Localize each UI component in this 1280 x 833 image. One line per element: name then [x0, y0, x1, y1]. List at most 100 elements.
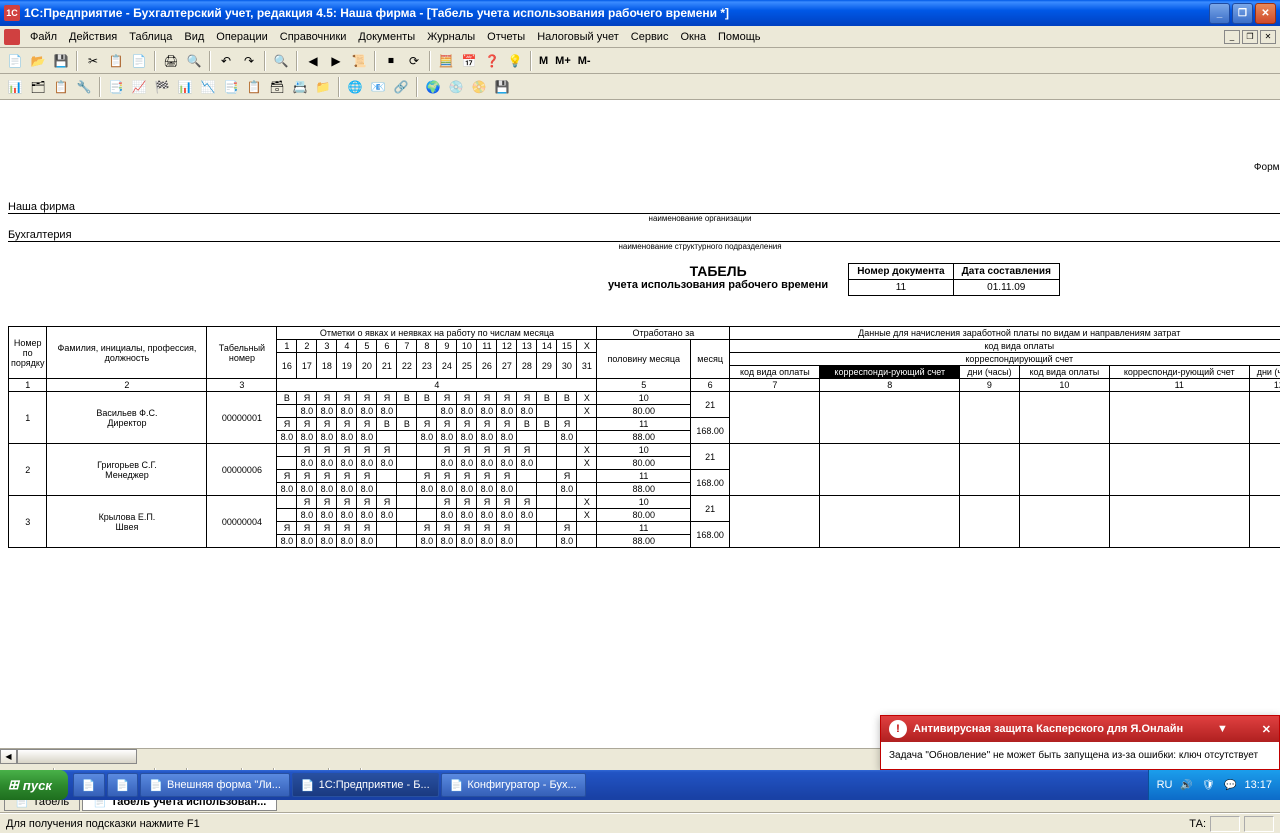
tray-icon-2[interactable]: 🛡	[1200, 777, 1216, 793]
menu-операции[interactable]: Операции	[210, 29, 273, 45]
toolbar-main: 📄 📂 💾 ✂ 📋 📄 🖨 🔍 ↶ ↷ 🔍 ◀ ▶ 📜 ⏹ ⟳ 🧮 📅 ❓ 💡 …	[0, 48, 1280, 74]
mdi-close-button[interactable]: ✕	[1260, 30, 1276, 44]
window-title: 1С:Предприятие - Бухгалтерский учет, ред…	[24, 6, 1209, 20]
scroll-left-icon[interactable]: ◀	[0, 749, 17, 764]
tb2-icon-3[interactable]: 📋	[50, 76, 72, 98]
tb2-icon-15[interactable]: 🌐	[344, 76, 366, 98]
preview-icon[interactable]: 🔍	[183, 50, 205, 72]
tb2-icon-1[interactable]: 📊	[4, 76, 26, 98]
taskbar-task-2[interactable]: 📄Внешняя форма "Ли...	[140, 773, 290, 797]
open-icon[interactable]: 📂	[27, 50, 49, 72]
status-cap	[1210, 816, 1240, 832]
status-ta-label: ТА:	[1189, 818, 1206, 830]
menu-сервис[interactable]: Сервис	[625, 29, 675, 45]
clock[interactable]: 13:17	[1244, 779, 1272, 791]
taskbar-task-3[interactable]: 📄1С:Предприятие - Б...	[292, 773, 439, 797]
doc-subtitle: учета использования рабочего времени	[608, 279, 828, 291]
tray-icon-3[interactable]: 💬	[1222, 777, 1238, 793]
menu-действия[interactable]: Действия	[63, 29, 123, 45]
undo-icon[interactable]: ↶	[215, 50, 237, 72]
taskbar-task-1[interactable]: 📄	[107, 773, 139, 797]
menu-справочники[interactable]: Справочники	[274, 29, 353, 45]
menu-журналы[interactable]: Журналы	[421, 29, 481, 45]
tb2-icon-18[interactable]: 🌍	[422, 76, 444, 98]
calendar-icon[interactable]: 📅	[458, 50, 480, 72]
back-icon[interactable]: ◀	[302, 50, 324, 72]
menu-документы[interactable]: Документы	[352, 29, 421, 45]
menu-вид[interactable]: Вид	[178, 29, 210, 45]
tb2-icon-8[interactable]: 📊	[174, 76, 196, 98]
maximize-button[interactable]: ❐	[1232, 3, 1253, 24]
calc-icon[interactable]: 🧮	[435, 50, 457, 72]
kaspersky-notification: ! Антивирусная защита Касперского для Я.…	[880, 715, 1280, 770]
tb2-icon-9[interactable]: 📉	[197, 76, 219, 98]
alert-icon: !	[889, 720, 907, 738]
memory-mplus[interactable]: M+	[552, 55, 574, 67]
tb2-icon-5[interactable]: 📑	[105, 76, 127, 98]
tb2-icon-13[interactable]: 📇	[289, 76, 311, 98]
save-icon[interactable]: 💾	[50, 50, 72, 72]
taskbar-task-4[interactable]: 📄Конфигуратор - Бух...	[441, 773, 586, 797]
toolbar-secondary: 📊 🗂 📋 🔧 📑 📈 🏁 📊 📉 📑 📋 🗃 📇 📁 🌐 📧 🔗 🌍 💿 📀 …	[0, 74, 1280, 100]
menu-app-icon	[4, 29, 20, 45]
tb2-icon-14[interactable]: 📁	[312, 76, 334, 98]
document-area[interactable]: Унифицирова Утверждена Постановл России …	[0, 100, 1280, 748]
memory-mminus[interactable]: M-	[575, 55, 594, 67]
taskbar-task-0[interactable]: 📄	[73, 773, 105, 797]
paste-icon[interactable]: 📄	[128, 50, 150, 72]
dept-name: Бухгалтерия	[8, 229, 1280, 242]
org-caption: наименование организации	[8, 214, 1280, 223]
tb2-icon-11[interactable]: 📋	[243, 76, 265, 98]
menu-окна[interactable]: Окна	[674, 29, 712, 45]
tb2-icon-4[interactable]: 🔧	[73, 76, 95, 98]
minimize-button[interactable]: _	[1209, 3, 1230, 24]
tb2-icon-12[interactable]: 🗃	[266, 76, 288, 98]
history-icon[interactable]: 📜	[348, 50, 370, 72]
cut-icon[interactable]: ✂	[82, 50, 104, 72]
mdi-restore-button[interactable]: ❐	[1242, 30, 1258, 44]
menubar: ФайлДействияТаблицаВидОперацииСправочник…	[0, 26, 1280, 48]
kaspersky-dropdown-icon[interactable]: ▼	[1217, 723, 1228, 735]
tb2-icon-10[interactable]: 📑	[220, 76, 242, 98]
menu-помощь[interactable]: Помощь	[712, 29, 767, 45]
scroll-thumb[interactable]	[17, 749, 137, 764]
tray-icon-1[interactable]: 🔊	[1178, 777, 1194, 793]
tb2-icon-2[interactable]: 🗂	[27, 76, 49, 98]
mdi-minimize-button[interactable]: _	[1224, 30, 1240, 44]
refresh-icon[interactable]: ⟳	[403, 50, 425, 72]
copy-icon[interactable]: 📋	[105, 50, 127, 72]
redo-icon[interactable]: ↷	[238, 50, 260, 72]
tb2-icon-20[interactable]: 📀	[468, 76, 490, 98]
new-icon[interactable]: 📄	[4, 50, 26, 72]
doc-info-table: Номер документаДата составления 1101.11.…	[848, 263, 1060, 296]
org-name: Наша фирма	[8, 201, 1280, 214]
menu-файл[interactable]: Файл	[24, 29, 63, 45]
app-icon: 1C	[4, 5, 20, 21]
tb2-icon-16[interactable]: 📧	[367, 76, 389, 98]
find-icon[interactable]: 🔍	[270, 50, 292, 72]
stop-icon[interactable]: ⏹	[380, 50, 402, 72]
dept-caption: наименование структурного подразделения	[8, 242, 1280, 251]
tb2-icon-17[interactable]: 🔗	[390, 76, 412, 98]
menu-отчеты[interactable]: Отчеты	[481, 29, 531, 45]
close-button[interactable]: ✕	[1255, 3, 1276, 24]
tb2-icon-19[interactable]: 💿	[445, 76, 467, 98]
tb2-icon-6[interactable]: 📈	[128, 76, 150, 98]
form-header: Унифицирова Утверждена Постановл России	[8, 104, 1280, 143]
menu-таблица[interactable]: Таблица	[123, 29, 178, 45]
tb2-icon-7[interactable]: 🏁	[151, 76, 173, 98]
doc-title: ТАБЕЛЬ	[608, 263, 828, 279]
start-button[interactable]: ⊞ пуск	[0, 770, 68, 800]
kaspersky-close-button[interactable]: ✕	[1262, 723, 1271, 736]
timesheet-table[interactable]: Номер по порядкуФамилия, инициалы, профе…	[8, 326, 1280, 548]
windows-taskbar: ⊞ пуск 📄📄📄Внешняя форма "Ли...📄1С:Предпр…	[0, 770, 1280, 800]
kaspersky-body: Задача "Обновление" не может быть запуще…	[881, 742, 1279, 769]
forward-icon[interactable]: ▶	[325, 50, 347, 72]
memory-m[interactable]: M	[536, 55, 551, 67]
menu-налоговый учет[interactable]: Налоговый учет	[531, 29, 625, 45]
tb2-icon-21[interactable]: 💾	[491, 76, 513, 98]
lang-indicator[interactable]: RU	[1157, 779, 1173, 791]
print-icon[interactable]: 🖨	[160, 50, 182, 72]
help-icon[interactable]: ❓	[481, 50, 503, 72]
tips-icon[interactable]: 💡	[504, 50, 526, 72]
